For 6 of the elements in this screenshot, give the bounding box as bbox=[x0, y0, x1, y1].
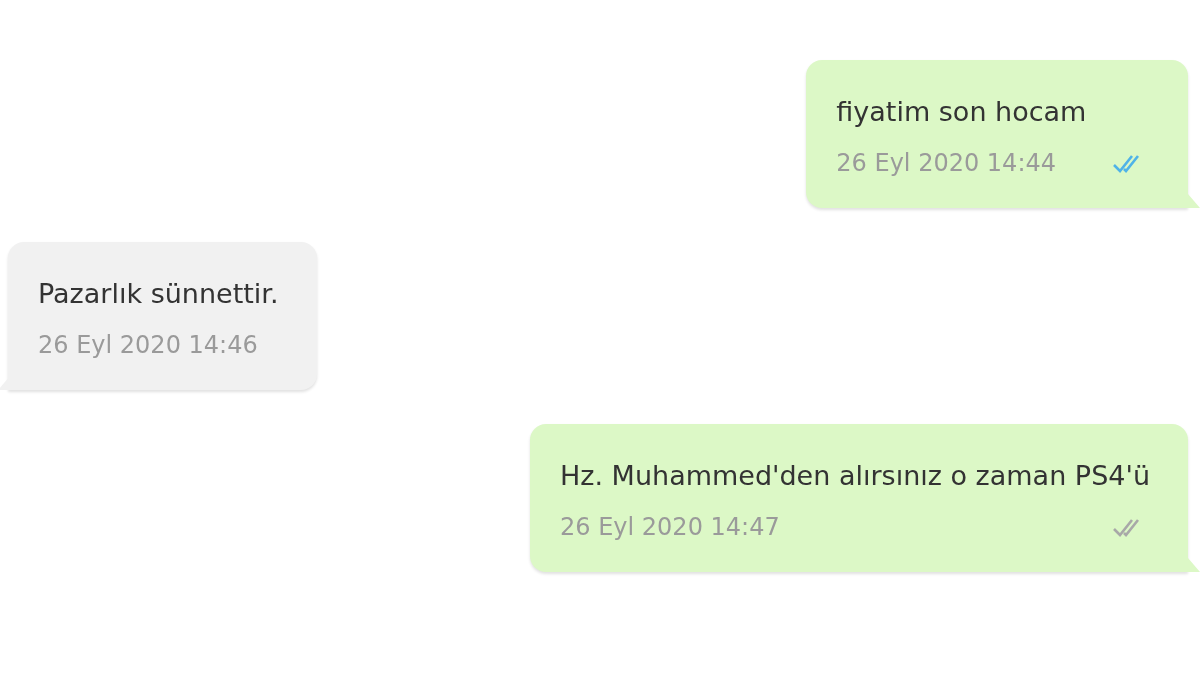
message-text: fiyatim son hocam bbox=[836, 95, 1088, 129]
message-text: Pazarlık sünnettir. bbox=[38, 277, 279, 311]
message-timestamp: 26 Eyl 2020 14:44 bbox=[836, 148, 1056, 178]
message-timestamp: 26 Eyl 2020 14:47 bbox=[560, 512, 780, 542]
message-timestamp: 26 Eyl 2020 14:46 bbox=[38, 330, 258, 360]
message-text: Hz. Muhammed'den alırsınız o zaman PS4'ü bbox=[560, 459, 1150, 493]
